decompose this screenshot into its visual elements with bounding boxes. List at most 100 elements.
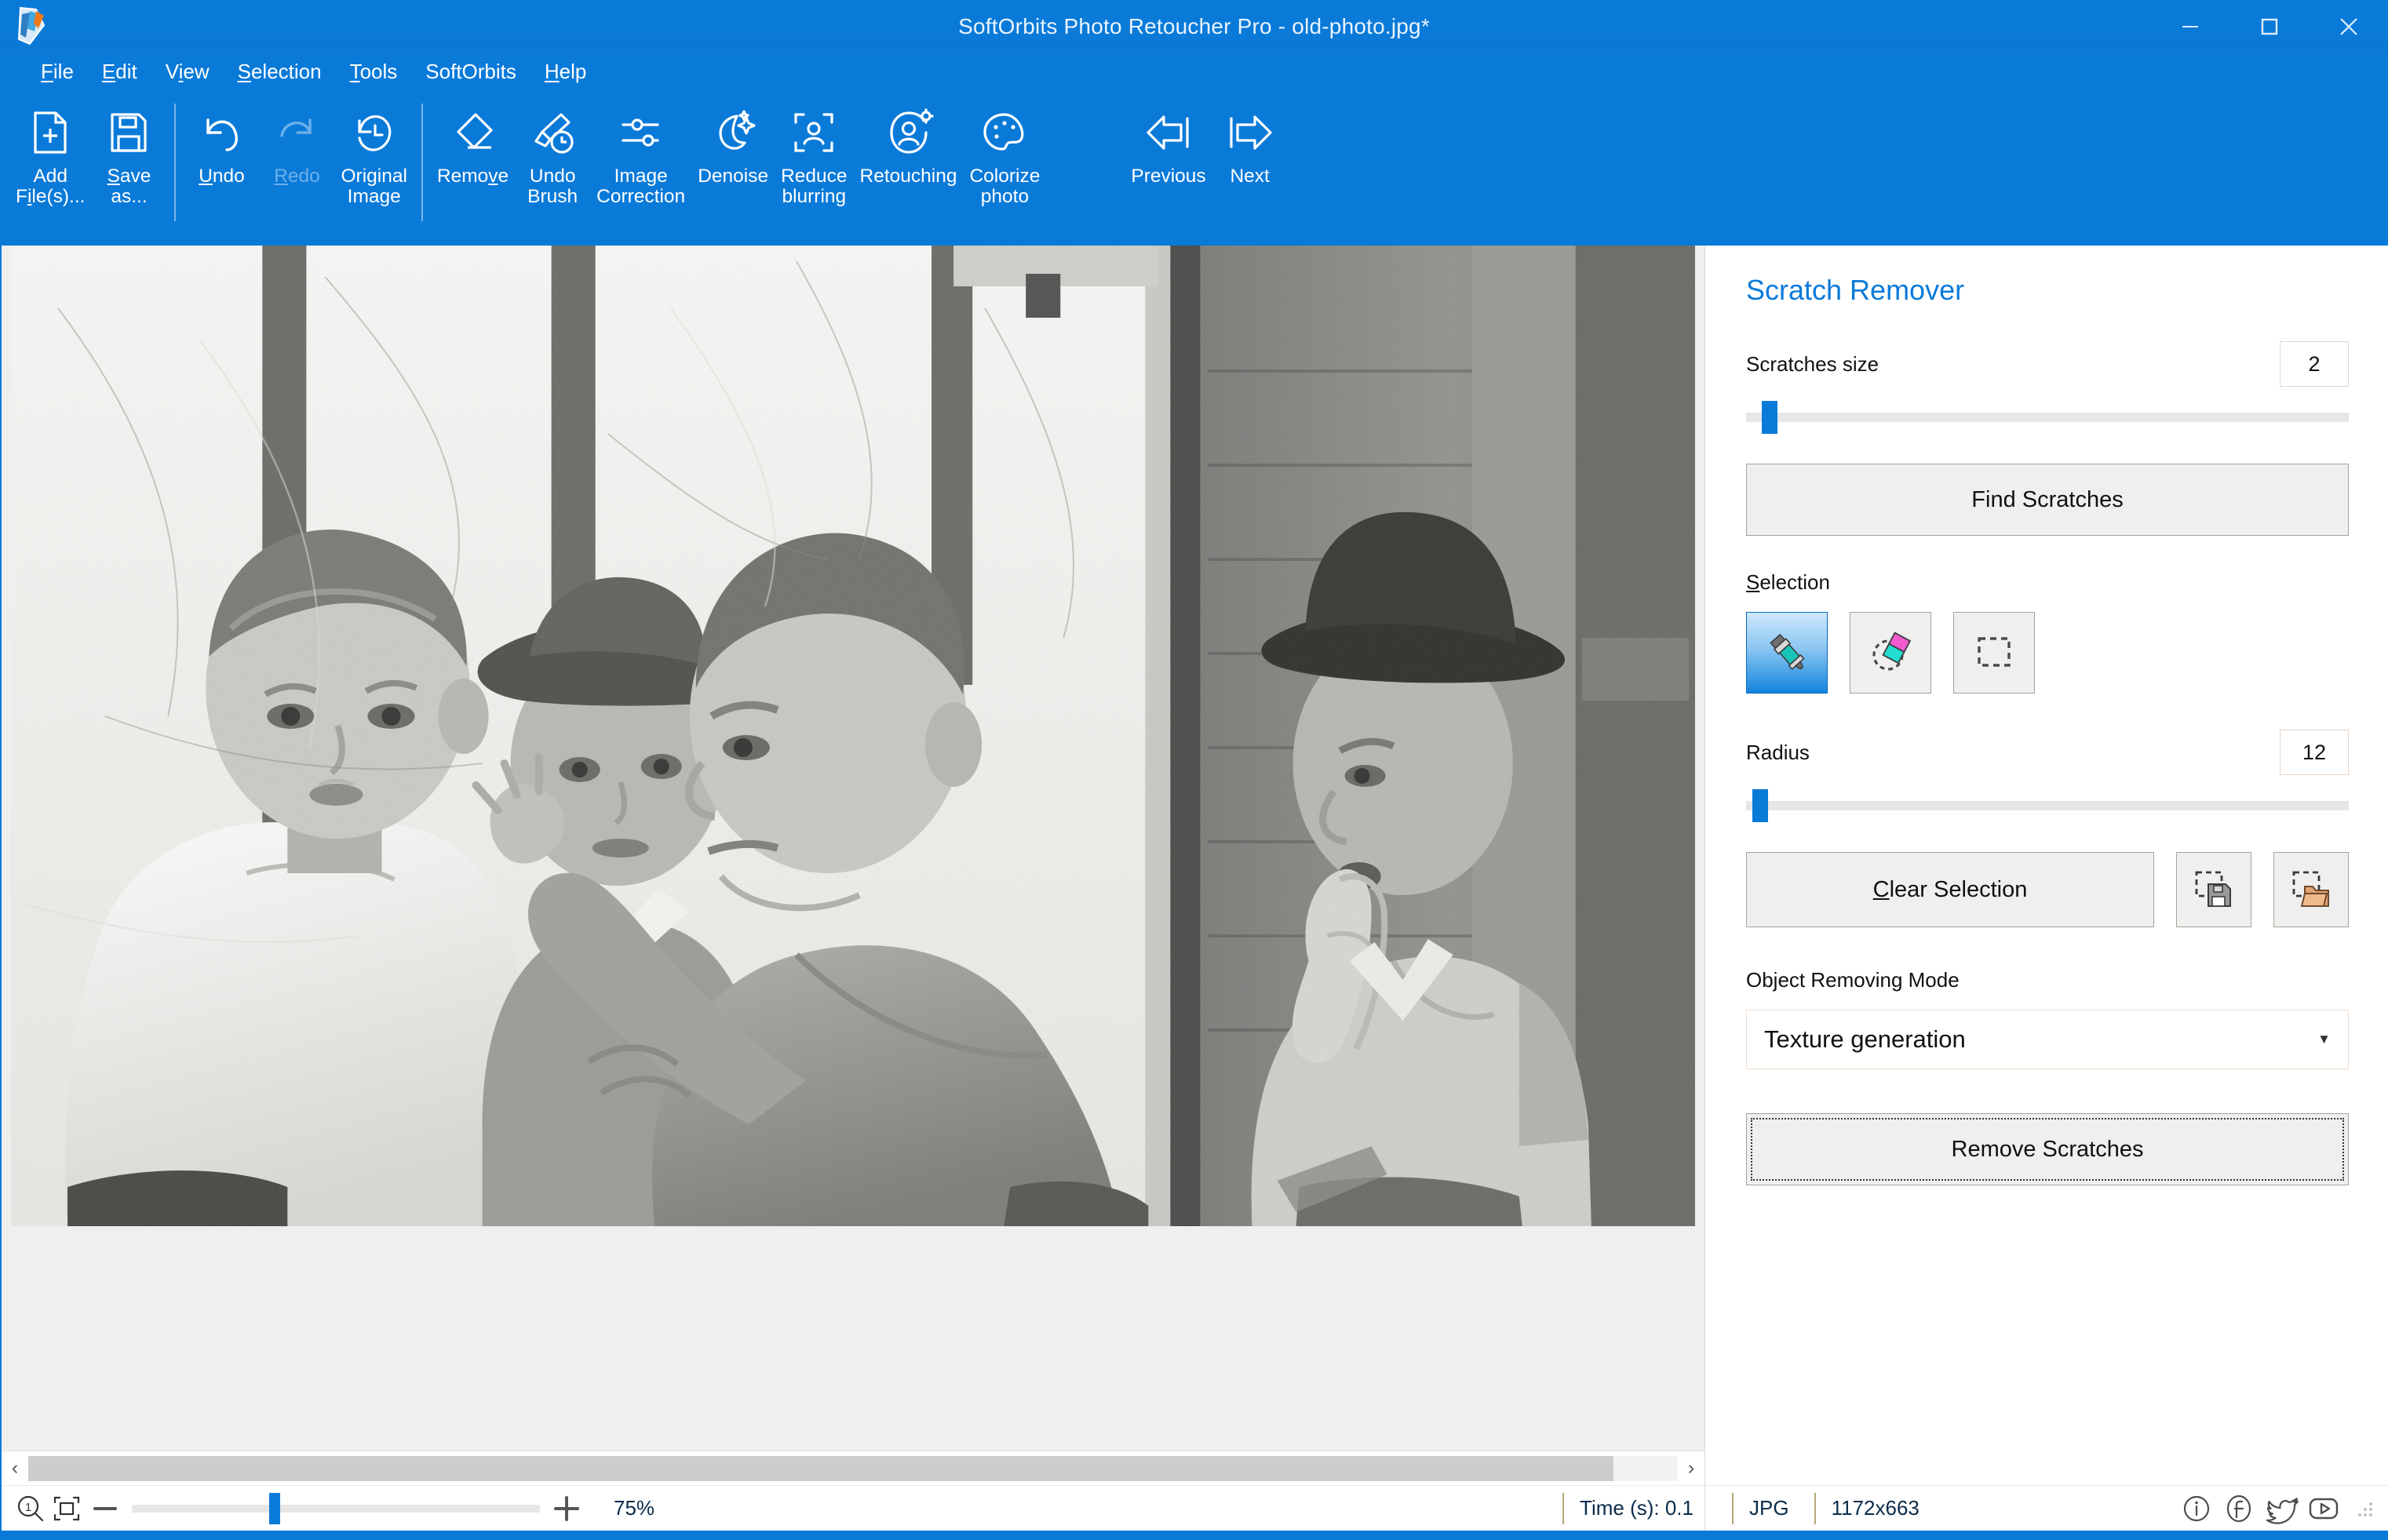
image-dimensions-label: 1172x663: [1814, 1492, 1920, 1524]
canvas-column: ‹ › 1 75% Time (s): 0.1: [2, 246, 1704, 1531]
menu-help[interactable]: Help: [530, 56, 600, 87]
zoom-actual-size-icon[interactable]: 1: [13, 1491, 49, 1527]
scratches-size-input[interactable]: 2: [2280, 341, 2349, 387]
toolbar-previous[interactable]: Previous: [1125, 89, 1212, 187]
youtube-icon[interactable]: [2305, 1490, 2342, 1527]
image-canvas[interactable]: [2, 246, 1704, 1451]
toolbar-divider-1: [174, 104, 177, 221]
zoom-slider-thumb[interactable]: [269, 1492, 280, 1524]
eraser-tool[interactable]: [1850, 612, 1931, 694]
menu-file[interactable]: File: [27, 56, 88, 87]
toolbar: Add File(s)... Save as... Undo Redo Orig…: [0, 89, 2388, 246]
toolbar-remove[interactable]: Remove: [431, 89, 515, 187]
toolbar-next[interactable]: Next: [1212, 89, 1288, 187]
resize-grip[interactable]: [2353, 1498, 2375, 1520]
find-scratches-button[interactable]: Find Scratches: [1746, 464, 2349, 536]
minimize-icon[interactable]: [2150, 0, 2229, 53]
scrollbar-track[interactable]: [28, 1455, 1678, 1481]
scratches-size-slider-thumb[interactable]: [1762, 401, 1777, 434]
info-icon[interactable]: [2178, 1490, 2215, 1527]
photo-image[interactable]: [11, 246, 1695, 1226]
remove-scratches-button[interactable]: Remove Scratches: [1746, 1113, 2349, 1185]
toolbar-save-as[interactable]: Save as...: [91, 89, 166, 207]
toolbar-remove-label: Remove: [436, 166, 509, 187]
arrow-right-icon: [1222, 104, 1278, 162]
plus-icon[interactable]: [546, 1491, 587, 1527]
rectangle-select-tool[interactable]: [1953, 612, 2035, 694]
scratches-size-slider-track: [1746, 413, 2349, 422]
zoom-slider[interactable]: [132, 1491, 540, 1527]
portrait-frame-icon: [788, 104, 840, 162]
scratches-size-slider[interactable]: [1746, 401, 2349, 434]
toolbar-original-image[interactable]: Original Image: [334, 89, 413, 207]
toolbar-redo: Redo: [259, 89, 334, 187]
toolbar-reduce-blurring-label: Reduce blurring: [781, 166, 848, 207]
moon-stars-icon: [707, 104, 759, 162]
chevron-left-icon[interactable]: ‹: [2, 1451, 28, 1486]
sliders-icon: [615, 104, 667, 162]
redo-arrow-icon: [271, 104, 323, 162]
maximize-icon[interactable]: [2229, 0, 2309, 53]
toolbar-undo-label: Undo: [199, 166, 245, 187]
toolbar-retouching-label: Retouching: [859, 166, 957, 187]
toolbar-original-image-label: Original Image: [341, 166, 407, 207]
facebook-icon[interactable]: [2220, 1490, 2258, 1527]
menu-view[interactable]: View: [151, 56, 224, 87]
radius-input[interactable]: 12: [2280, 730, 2349, 775]
toolbar-colorize-photo[interactable]: Colorize photo: [963, 89, 1046, 207]
close-icon[interactable]: [2309, 0, 2388, 53]
radius-slider[interactable]: [1746, 789, 2349, 822]
scrollbar-thumb[interactable]: [28, 1455, 1613, 1481]
radius-label: Radius: [1746, 740, 1810, 764]
right-panel-column: Scratch Remover Scratches size 2 Find Sc…: [1704, 246, 2388, 1531]
window-controls: [2150, 0, 2388, 53]
selection-actions: Clear Selection: [1746, 852, 2349, 927]
status-bar-left: 1 75% Time (s): 0.1: [2, 1485, 1704, 1531]
minus-icon[interactable]: [85, 1491, 126, 1527]
toolbar-next-label: Next: [1230, 166, 1270, 187]
toolbar-add-files-label: Add File(s)...: [16, 166, 86, 207]
menu-selection[interactable]: Selection: [224, 56, 336, 87]
toolbar-undo-brush-label: Undo Brush: [527, 166, 578, 207]
portrait-gear-icon: [883, 104, 935, 162]
zoom-fit-window-icon[interactable]: [49, 1491, 85, 1527]
menu-softorbits[interactable]: SoftOrbits: [411, 56, 530, 87]
load-selection-icon[interactable]: [2273, 852, 2349, 927]
save-selection-icon[interactable]: [2176, 852, 2251, 927]
file-format-label: JPG: [1732, 1492, 1789, 1524]
menu-tools[interactable]: Tools: [336, 56, 412, 87]
menu-bar: File Edit View Selection Tools SoftOrbit…: [0, 53, 2388, 89]
radius-slider-thumb[interactable]: [1752, 789, 1768, 822]
window-title: SoftOrbits Photo Retoucher Pro - old-pho…: [958, 14, 1430, 38]
toolbar-add-files[interactable]: Add File(s)...: [9, 89, 91, 207]
toolbar-undo-brush[interactable]: Undo Brush: [515, 89, 590, 207]
application-window: SoftOrbits Photo Retoucher Pro - old-pho…: [0, 0, 2388, 1540]
palette-icon: [979, 104, 1030, 162]
radius-row: Radius 12: [1746, 730, 2349, 775]
toolbar-reduce-blurring[interactable]: Reduce blurring: [775, 89, 853, 207]
zoom-slider-track: [132, 1504, 540, 1513]
history-clock-icon: [348, 104, 400, 162]
scratch-remover-panel: Scratch Remover Scratches size 2 Find Sc…: [1705, 246, 2388, 1485]
marker-pen-tool[interactable]: [1746, 612, 1828, 694]
object-removing-mode-label: Object Removing Mode: [1746, 968, 1960, 992]
selection-tools: [1746, 612, 2349, 694]
toolbar-undo[interactable]: Undo: [184, 89, 259, 187]
toolbar-divider-2: [421, 104, 423, 221]
toolbar-redo-label: Redo: [274, 166, 320, 187]
toolbar-denoise-label: Denoise: [698, 166, 769, 187]
toolbar-retouching[interactable]: Retouching: [854, 89, 964, 187]
title-bar: SoftOrbits Photo Retoucher Pro - old-pho…: [0, 0, 2388, 53]
radius-slider-track: [1746, 801, 2349, 810]
toolbar-denoise[interactable]: Denoise: [691, 89, 775, 187]
menu-edit[interactable]: Edit: [88, 56, 151, 87]
clear-selection-button[interactable]: Clear Selection: [1746, 852, 2154, 927]
object-removing-mode-select[interactable]: Texture generation ▼: [1746, 1010, 2349, 1069]
window-bottom-edge: [0, 1531, 2388, 1540]
undo-arrow-icon: [195, 104, 247, 162]
save-as-icon: [103, 104, 155, 162]
horizontal-scrollbar[interactable]: ‹ ›: [2, 1451, 1704, 1485]
toolbar-image-correction[interactable]: Image Correction: [590, 89, 691, 207]
twitter-icon[interactable]: [2262, 1490, 2300, 1527]
chevron-right-icon[interactable]: ›: [1678, 1451, 1704, 1486]
